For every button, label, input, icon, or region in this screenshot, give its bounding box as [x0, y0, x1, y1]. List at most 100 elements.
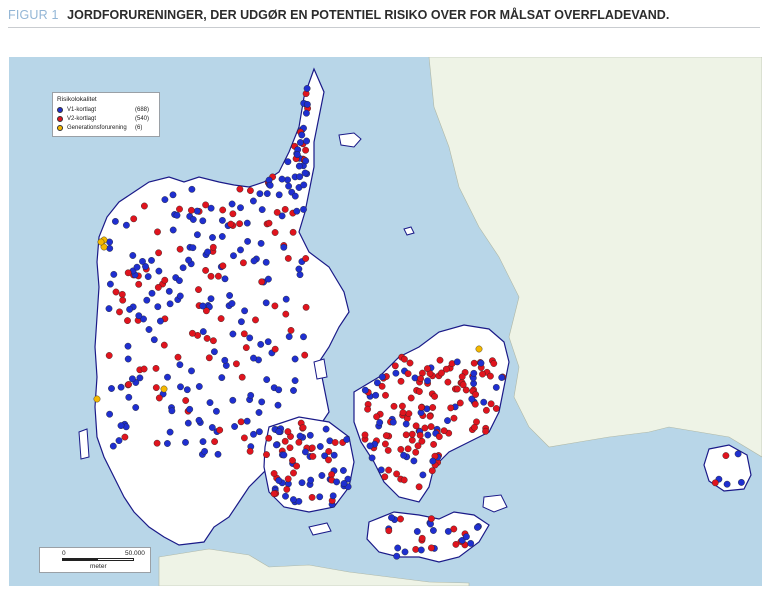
locality-marker[interactable] — [177, 383, 184, 391]
locality-marker[interactable] — [316, 443, 324, 450]
locality-marker[interactable] — [263, 376, 271, 383]
locality-marker[interactable] — [115, 437, 123, 444]
locality-marker[interactable] — [210, 348, 218, 356]
locality-marker[interactable] — [278, 175, 286, 183]
locality-marker[interactable] — [407, 394, 415, 402]
locality-marker[interactable] — [199, 217, 207, 225]
locality-marker[interactable] — [185, 256, 193, 264]
locality-marker[interactable] — [400, 355, 408, 363]
locality-marker[interactable] — [207, 204, 215, 212]
locality-marker[interactable] — [470, 369, 478, 377]
locality-marker[interactable] — [281, 205, 289, 213]
locality-marker[interactable] — [182, 438, 189, 446]
locality-marker[interactable] — [265, 434, 273, 442]
locality-marker[interactable] — [219, 262, 227, 270]
locality-marker[interactable] — [392, 369, 400, 377]
locality-marker[interactable] — [300, 181, 308, 189]
locality-marker[interactable] — [283, 485, 291, 493]
locality-marker[interactable] — [296, 432, 304, 440]
locality-marker[interactable] — [408, 430, 416, 438]
locality-marker[interactable] — [228, 300, 236, 307]
locality-marker[interactable] — [209, 337, 217, 345]
locality-marker[interactable] — [139, 257, 146, 265]
locality-marker[interactable] — [110, 270, 118, 278]
locality-marker[interactable] — [303, 101, 311, 108]
locality-marker[interactable] — [195, 286, 202, 294]
locality-marker[interactable] — [164, 373, 171, 381]
locality-marker[interactable] — [427, 515, 435, 523]
locality-marker[interactable] — [482, 406, 490, 414]
locality-marker[interactable] — [188, 185, 196, 193]
locality-marker[interactable] — [237, 418, 245, 426]
locality-marker[interactable] — [107, 280, 114, 288]
locality-marker[interactable] — [492, 405, 500, 412]
locality-marker[interactable] — [214, 450, 222, 458]
map-canvas[interactable]: Risikolokalitet V1-kortlagt (688) V2-kor… — [9, 57, 762, 586]
locality-marker[interactable] — [207, 295, 215, 303]
locality-marker[interactable] — [199, 328, 207, 335]
locality-marker[interactable] — [418, 534, 426, 542]
locality-marker[interactable] — [452, 540, 460, 548]
locality-marker[interactable] — [106, 244, 114, 252]
locality-marker[interactable] — [243, 417, 251, 425]
locality-marker[interactable] — [106, 410, 114, 418]
locality-marker[interactable] — [229, 330, 237, 338]
locality-marker[interactable] — [381, 473, 389, 481]
locality-marker[interactable] — [160, 341, 168, 349]
locality-marker[interactable] — [486, 372, 494, 380]
locality-marker[interactable] — [250, 354, 257, 362]
locality-marker[interactable] — [182, 397, 190, 404]
locality-marker[interactable] — [456, 399, 464, 407]
locality-marker[interactable] — [250, 430, 257, 438]
locality-marker[interactable] — [293, 462, 300, 470]
locality-marker[interactable] — [271, 302, 279, 310]
locality-marker[interactable] — [472, 391, 479, 398]
locality-marker[interactable] — [477, 359, 485, 367]
locality-marker[interactable] — [293, 207, 301, 215]
locality-marker[interactable] — [389, 418, 397, 426]
locality-marker[interactable] — [176, 205, 183, 213]
locality-marker[interactable] — [302, 157, 310, 165]
locality-marker[interactable] — [429, 404, 437, 411]
locality-marker[interactable] — [163, 440, 171, 447]
locality-marker[interactable] — [397, 445, 405, 453]
locality-marker[interactable] — [377, 466, 385, 474]
locality-marker[interactable] — [480, 398, 488, 406]
locality-marker[interactable] — [289, 457, 296, 464]
locality-marker[interactable] — [458, 373, 466, 381]
locality-marker[interactable] — [212, 407, 220, 415]
locality-marker[interactable] — [316, 493, 324, 501]
locality-marker[interactable] — [343, 436, 351, 443]
locality-marker[interactable] — [373, 413, 380, 421]
locality-marker[interactable] — [286, 444, 294, 452]
locality-marker[interactable] — [723, 480, 731, 488]
locality-marker[interactable] — [431, 392, 438, 400]
locality-marker[interactable] — [390, 402, 398, 410]
locality-marker[interactable] — [140, 365, 148, 373]
locality-marker[interactable] — [421, 424, 429, 432]
locality-marker[interactable] — [470, 359, 478, 367]
locality-marker[interactable] — [289, 496, 297, 503]
locality-marker[interactable] — [378, 373, 386, 381]
locality-marker[interactable] — [734, 450, 742, 458]
locality-marker[interactable] — [417, 546, 425, 554]
locality-marker[interactable] — [339, 467, 347, 474]
locality-marker[interactable] — [270, 490, 278, 498]
locality-marker[interactable] — [400, 451, 407, 459]
locality-marker[interactable] — [428, 467, 436, 475]
locality-marker[interactable] — [230, 252, 237, 260]
locality-marker[interactable] — [471, 423, 478, 431]
locality-marker[interactable] — [413, 528, 421, 535]
locality-marker[interactable] — [206, 399, 214, 406]
locality-marker[interactable] — [482, 427, 489, 435]
locality-marker[interactable] — [155, 394, 163, 402]
locality-marker[interactable] — [467, 539, 475, 547]
locality-marker[interactable] — [129, 252, 137, 259]
locality-marker[interactable] — [289, 228, 297, 236]
locality-marker[interactable] — [296, 139, 304, 146]
locality-marker[interactable] — [296, 271, 304, 279]
locality-marker[interactable] — [240, 330, 248, 338]
locality-marker[interactable] — [257, 239, 265, 247]
locality-marker[interactable] — [429, 527, 437, 534]
locality-marker[interactable] — [295, 265, 303, 273]
